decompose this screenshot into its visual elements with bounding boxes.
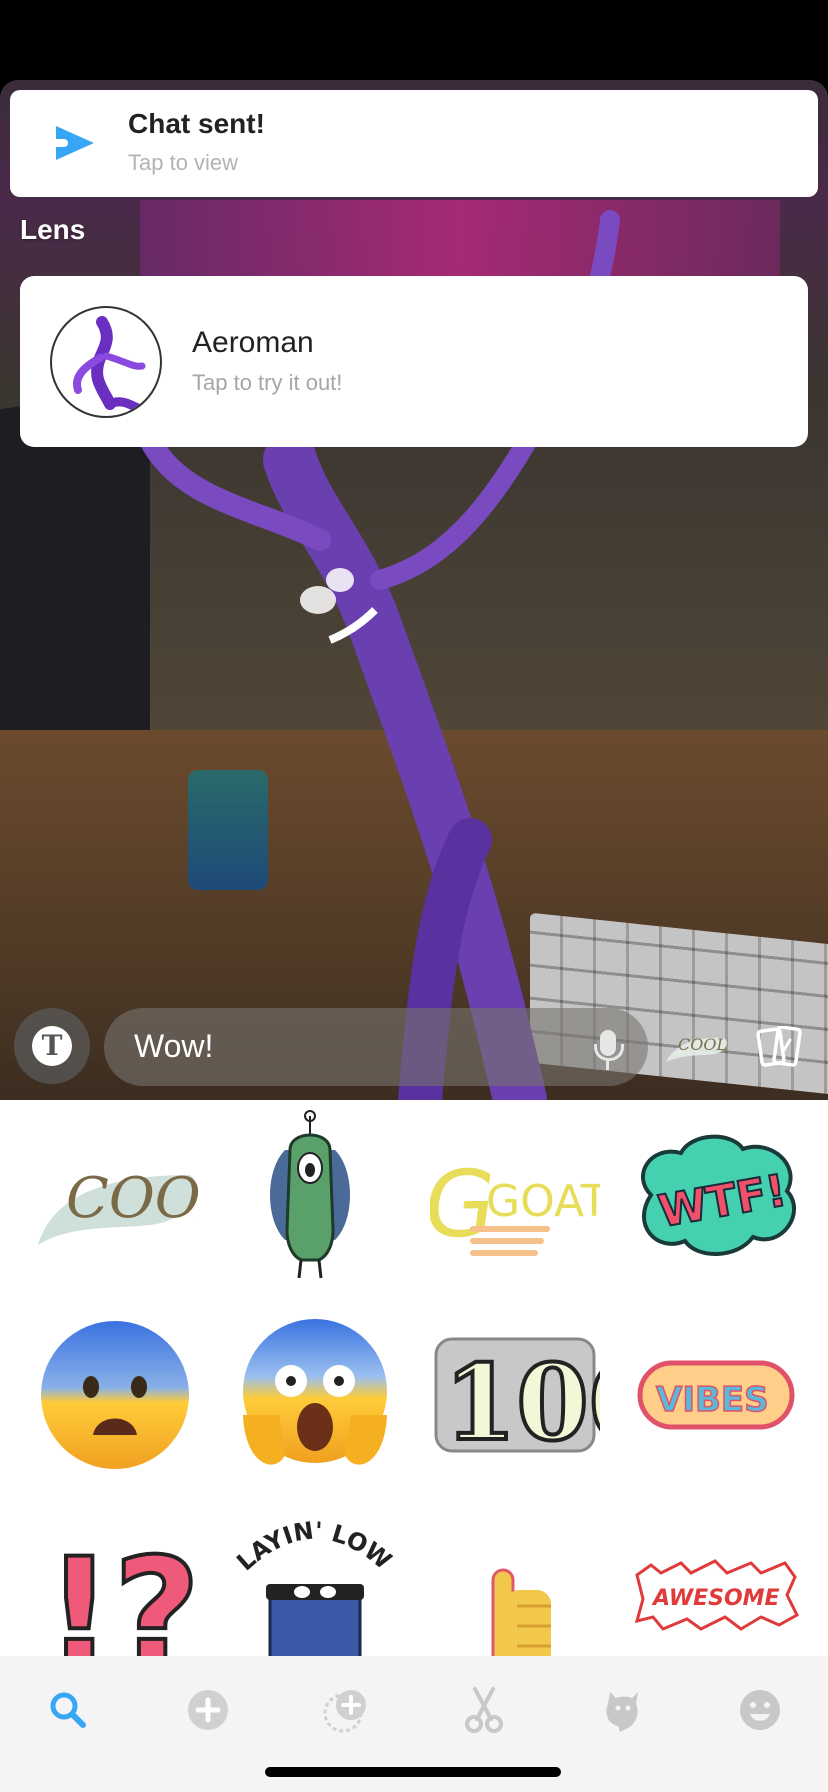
bitmoji-icon [606, 1692, 638, 1732]
smiley-icon [740, 1690, 780, 1730]
cool-mini-label: COOL [678, 1035, 727, 1054]
notification-subtitle: Tap to view [128, 150, 239, 175]
interrobang-sticker[interactable]: !? [25, 1510, 205, 1656]
caption-input[interactable]: Wow! [104, 1008, 648, 1086]
tab-bitmoji[interactable] [598, 1686, 646, 1734]
hundred-sticker-label: 100 [444, 1341, 600, 1464]
layin-low-label: LAYIN' LOW [231, 1517, 396, 1577]
sticker-tray[interactable]: COOL G GOAT [0, 1100, 828, 1656]
home-indicator[interactable] [265, 1767, 561, 1777]
lens-card[interactable]: Aeroman Tap to try it out! [20, 276, 808, 447]
goat-sticker[interactable]: G GOAT [425, 1110, 605, 1280]
snap-editor-screen: Chat sent! Tap to view Lens Aeroman Tap … [0, 0, 828, 1792]
sticker-cards-icon[interactable] [754, 1025, 804, 1070]
caption-text: Wow! [134, 1028, 214, 1064]
lens-section-label: Lens [20, 214, 86, 245]
add-icon [188, 1690, 228, 1730]
scissors-icon [465, 1687, 503, 1733]
tab-scissors[interactable] [460, 1686, 508, 1734]
camera-preview[interactable] [0, 80, 828, 1100]
cool-sticker-label: COOL [66, 1166, 200, 1231]
tab-search[interactable] [44, 1686, 92, 1734]
lens-name: Aeroman [192, 326, 314, 359]
svg-text:LAYIN' LOW: LAYIN' LOW [231, 1517, 396, 1577]
interrobang-sticker-label: !? [45, 1527, 195, 1656]
screaming-emoji-sticker[interactable] [225, 1310, 405, 1480]
cool-sticker-shortcut-icon[interactable]: COOL [664, 1028, 730, 1064]
lens-thumbnail [50, 306, 162, 418]
awesome-sticker-label: AWESOME [651, 1586, 780, 1611]
goat-sticker-label: GOAT [486, 1176, 600, 1227]
vibes-sticker-label: VIBES [656, 1380, 769, 1420]
text-t-icon: T [32, 1026, 72, 1066]
search-icon [50, 1692, 86, 1728]
thumbs-up-sticker[interactable] [425, 1510, 605, 1656]
sticker-tab-bar [0, 1656, 828, 1792]
microphone-icon[interactable] [594, 1030, 624, 1070]
vibes-sticker[interactable]: VIBES [626, 1310, 806, 1480]
anxious-emoji-sticker[interactable] [25, 1310, 205, 1480]
add-cutout-icon [323, 1690, 366, 1733]
tab-add-cutout[interactable] [322, 1686, 370, 1734]
aeroman-thumbnail-icon [73, 316, 146, 413]
tab-add[interactable] [184, 1686, 232, 1734]
tab-emoji[interactable] [736, 1686, 784, 1734]
cool-sticker[interactable]: COOL [25, 1110, 205, 1280]
screaming-creature-sticker[interactable] [220, 1110, 400, 1280]
notification-title: Chat sent! [128, 108, 265, 139]
sent-arrow-icon [56, 126, 94, 160]
layin-low-sticker[interactable]: LAYIN' LOW [225, 1510, 405, 1656]
text-style-button[interactable]: T [14, 1008, 90, 1084]
chat-sent-notification[interactable]: Chat sent! Tap to view [10, 90, 818, 197]
awesome-sticker[interactable]: AWESOME [626, 1510, 806, 1656]
aeroman-lens-figure [134, 210, 620, 1100]
hundred-sticker[interactable]: 100 [425, 1310, 605, 1480]
wtf-sticker[interactable]: WTF! [626, 1110, 806, 1280]
lens-subtitle: Tap to try it out! [192, 370, 343, 395]
